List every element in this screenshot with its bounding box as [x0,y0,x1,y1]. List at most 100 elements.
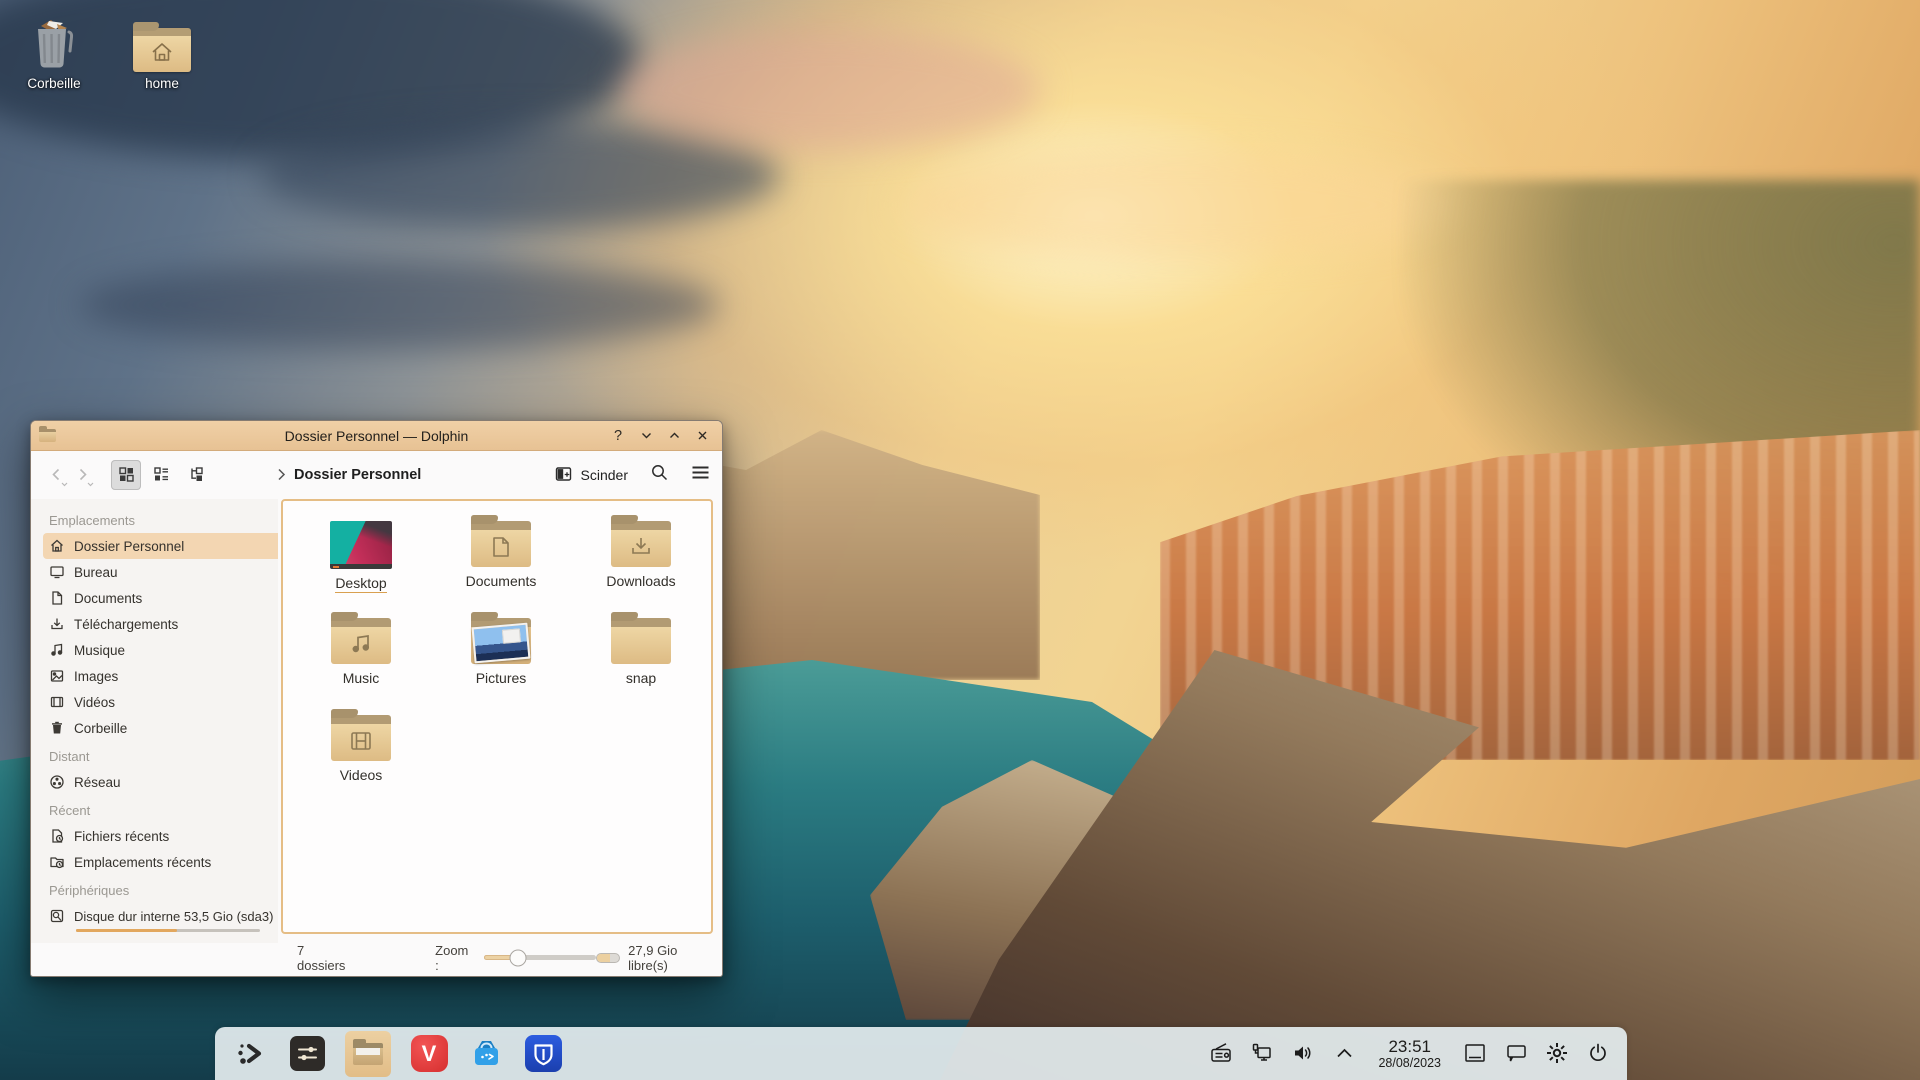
sidebar-item-videos[interactable]: Vidéos [43,689,278,715]
home-folder-icon [116,12,208,72]
section-title: Récent [49,803,278,818]
sidebar-item-label: Réseau [74,775,121,790]
sidebar-item-musique[interactable]: Musique [43,637,278,663]
file-label: Documents [466,574,537,590]
sidebar-item-corbeille[interactable]: Corbeille [43,715,278,741]
back-button[interactable] [43,460,69,490]
tray-expand-chevron[interactable] [1331,1040,1357,1066]
tweaks-icon [290,1036,325,1071]
sidebar-item-dossier-personnel[interactable]: Dossier Personnel [43,533,278,559]
file-label: Desktop [335,576,386,593]
sidebar-item-telechargements[interactable]: Téléchargements [43,611,278,637]
show-desktop-button[interactable] [1462,1040,1488,1066]
tree-view-button[interactable] [181,460,211,490]
recent-locations-icon [49,854,65,870]
icons-view-button[interactable] [111,460,141,490]
vivaldi-icon: V [411,1035,448,1072]
download-icon [49,616,65,632]
forward-button[interactable] [69,460,95,490]
sidebar-item-label: Vidéos [74,695,115,710]
sidebar-item-documents[interactable]: Documents [43,585,278,611]
downloads-folder-icon [611,521,671,567]
maximize-button[interactable] [662,425,686,447]
split-view-button[interactable]: Scinder [555,466,628,483]
file-label: snap [626,671,656,687]
taskbar-panel: V [215,1027,1627,1080]
sidebar-item-label: Dossier Personnel [74,539,184,554]
app-launcher-button[interactable] [231,1035,269,1073]
toolbar: Dossier Personnel Scinder [31,451,722,498]
help-button[interactable]: ? [606,425,630,447]
window-titlebar[interactable]: Dossier Personnel — Dolphin ? [31,421,722,451]
file-snap[interactable]: snap [571,614,711,711]
settings-tweaks-button[interactable] [288,1035,326,1073]
dolphin-window: Dossier Personnel — Dolphin ? [30,420,723,977]
home-icon [49,538,65,554]
sidebar-item-images[interactable]: Images [43,663,278,689]
notifications-button[interactable] [1503,1040,1529,1066]
radio-tray-icon[interactable] [1208,1040,1234,1066]
file-music[interactable]: Music [291,614,431,711]
dolphin-task-button-active[interactable] [345,1031,391,1077]
display-device-tray-icon[interactable] [1249,1040,1275,1066]
free-space-bar [596,953,620,963]
desktop-icon [49,564,65,580]
desktop-icon-trash[interactable]: Corbeille [8,12,100,91]
search-button[interactable] [650,463,669,487]
power-button[interactable] [1585,1040,1611,1066]
snap-folder-icon [611,618,671,664]
sidebar-item-label: Documents [74,591,142,606]
clock-date: 28/08/2023 [1378,1056,1441,1070]
music-icon [49,642,65,658]
disk-usage-fill [76,929,177,932]
system-settings-pinwheel-icon[interactable] [1544,1040,1570,1066]
desktop-root: Corbeille home Dossier Personnel — Dolph… [0,0,1920,1080]
sidebar-item-fichiers-recents[interactable]: Fichiers récents [43,823,278,849]
desktop-icon-home[interactable]: home [116,12,208,91]
music-folder-icon [331,618,391,664]
clock-time: 23:51 [1378,1037,1441,1057]
documents-folder-icon [471,521,531,567]
pictures-folder-icon [471,618,531,664]
minimize-button[interactable] [634,425,658,447]
section-title: Distant [49,749,278,764]
photo-preview [472,623,531,664]
sidebar-item-emplacements-recents[interactable]: Emplacements récents [43,849,278,875]
sidebar-item-reseau[interactable]: Réseau [43,769,278,795]
desktop-folder-thumbnail [330,521,392,569]
file-pictures[interactable]: Pictures [431,614,571,711]
launcher-icon [235,1040,265,1068]
bitwarden-button[interactable] [524,1035,562,1073]
sidebar-item-bureau[interactable]: Bureau [43,559,278,585]
disk-usage-bar [76,929,260,932]
clock[interactable]: 23:51 28/08/2023 [1372,1037,1447,1071]
sidebar-item-label: Fichiers récents [74,829,169,844]
discover-button[interactable] [467,1035,505,1073]
view-mode-group [111,460,211,490]
hard-drive-icon [49,908,65,924]
file-desktop[interactable]: Desktop [291,517,431,614]
file-downloads[interactable]: Downloads [571,517,711,614]
folder-view[interactable]: Desktop Documents [281,499,713,934]
places-panel: Emplacements Dossier Personnel Bureau [31,499,278,943]
dolphin-icon [353,1043,383,1065]
zoom-label: Zoom : [435,943,474,973]
file-documents[interactable]: Documents [431,517,571,614]
file-label: Videos [340,768,383,784]
image-icon [49,668,65,684]
split-label: Scinder [581,467,628,483]
file-videos[interactable]: Videos [291,711,431,808]
zoom-slider-knob[interactable] [509,949,526,966]
breadcrumb-current[interactable]: Dossier Personnel [294,467,421,483]
hamburger-menu-button[interactable] [691,465,710,485]
sidebar-item-disque-interne[interactable]: Disque dur interne 53,5 Gio (sda3) [43,903,278,929]
cloud-shape [900,150,1460,260]
zoom-slider[interactable] [484,955,597,960]
close-button[interactable] [690,425,714,447]
free-space-label: 27,9 Gio libre(s) [628,943,712,973]
sidebar-item-label: Emplacements récents [74,855,211,870]
breadcrumb[interactable]: Dossier Personnel [277,467,421,483]
details-view-button[interactable] [146,460,176,490]
volume-tray-icon[interactable] [1290,1040,1316,1066]
vivaldi-button[interactable]: V [410,1035,448,1073]
